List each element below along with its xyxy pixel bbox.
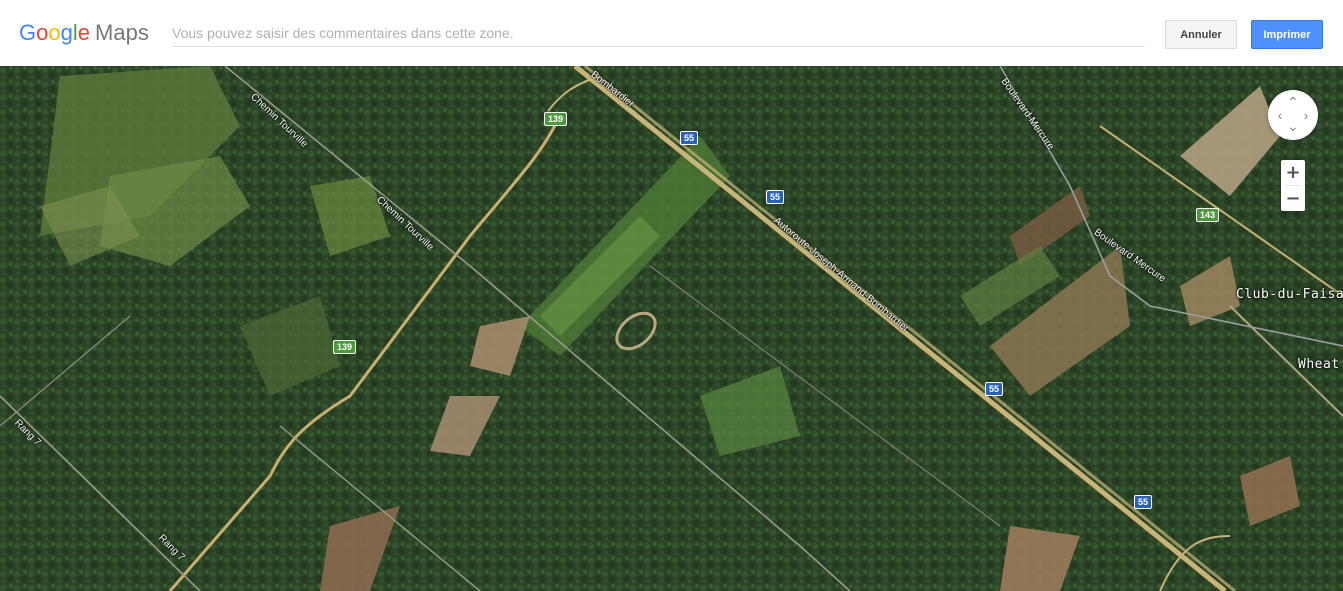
autoroute-55-shield: 55	[1134, 495, 1153, 509]
header: GoogleMaps Annuler Imprimer	[0, 0, 1343, 66]
zoom-out-button[interactable]: −	[1281, 186, 1305, 211]
print-button[interactable]: Imprimer	[1251, 20, 1323, 49]
logo-letter: o	[36, 20, 49, 45]
logo-product: Maps	[95, 20, 149, 45]
place-label: Club-du-Faisan	[1236, 287, 1343, 302]
comment-input[interactable]	[172, 20, 1145, 47]
logo-letter: G	[19, 20, 37, 45]
pan-right-icon[interactable]: ›	[1300, 108, 1312, 122]
autoroute-55-shield: 55	[985, 382, 1004, 396]
route-139-shield: 139	[544, 112, 568, 126]
logo-letter: o	[48, 20, 61, 45]
satellite-imagery	[0, 66, 1343, 591]
route-139-shield: 139	[333, 340, 357, 354]
logo-letter: e	[77, 20, 91, 45]
autoroute-55-shield: 55	[680, 131, 699, 145]
zoom-control: + −	[1281, 160, 1305, 211]
cancel-button[interactable]: Annuler	[1165, 20, 1237, 49]
pan-up-icon[interactable]: ⌃	[1287, 95, 1299, 109]
pan-left-icon[interactable]: ‹	[1274, 108, 1286, 122]
place-label: Wheat	[1298, 357, 1340, 372]
pan-control[interactable]: ⌃ ‹ › ⌄	[1268, 90, 1318, 140]
satellite-map[interactable]: 139 139 143 55 55 55 55 Bombardier Chemi…	[0, 66, 1343, 591]
pan-down-icon[interactable]: ⌄	[1287, 119, 1299, 133]
logo-letter: g	[60, 20, 73, 45]
zoom-in-button[interactable]: +	[1281, 160, 1305, 185]
route-143-shield: 143	[1196, 208, 1220, 222]
google-maps-logo: Google Maps	[19, 20, 149, 46]
autoroute-55-shield: 55	[766, 190, 785, 204]
